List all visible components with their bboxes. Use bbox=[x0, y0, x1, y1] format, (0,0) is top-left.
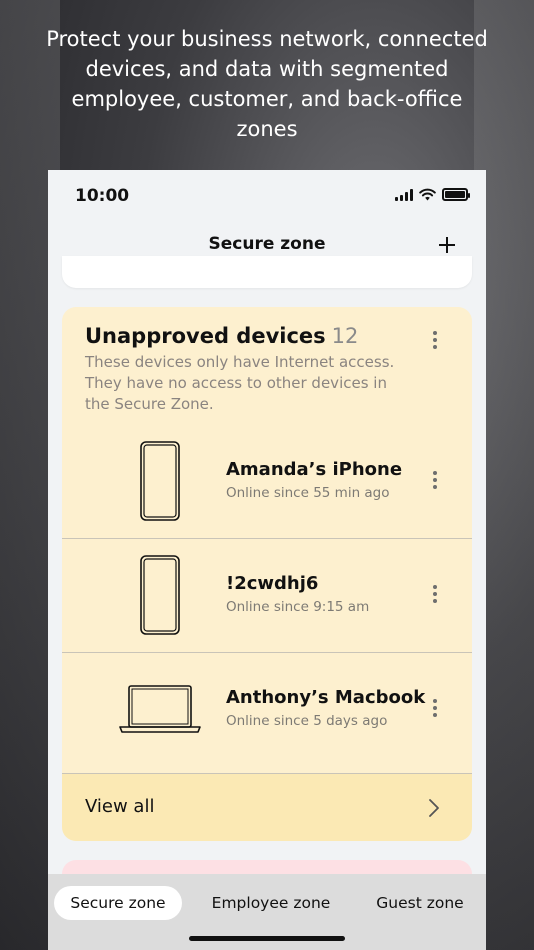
chevron-right-icon bbox=[429, 799, 439, 817]
card-title-text: Unapproved devices bbox=[85, 324, 326, 348]
home-indicator bbox=[189, 936, 345, 941]
device-more-button[interactable] bbox=[426, 471, 444, 489]
more-vertical-icon bbox=[426, 585, 444, 603]
view-all-button[interactable]: View all bbox=[62, 774, 472, 841]
device-more-button[interactable] bbox=[426, 585, 444, 603]
status-bar: 10:00 bbox=[48, 170, 486, 222]
device-row[interactable]: Anthony’s Macbook Online since 5 days ag… bbox=[62, 653, 472, 774]
view-all-label: View all bbox=[85, 796, 155, 817]
battery-icon bbox=[442, 188, 470, 201]
previous-card bbox=[62, 256, 472, 288]
more-vertical-icon bbox=[426, 699, 444, 717]
wifi-icon bbox=[419, 188, 436, 201]
more-vertical-icon bbox=[426, 471, 444, 489]
more-vertical-icon bbox=[426, 331, 444, 349]
card-title: Unapproved devices 12 bbox=[85, 324, 358, 348]
page-title: Secure zone bbox=[208, 234, 326, 254]
status-icons bbox=[395, 188, 470, 201]
promo-headline: Protect your business network, connected… bbox=[46, 27, 488, 141]
smartphone-icon bbox=[140, 555, 180, 635]
device-row[interactable]: Amanda’s iPhone Online since 55 min ago bbox=[62, 425, 472, 539]
tab-secure-zone[interactable]: Secure zone bbox=[54, 886, 182, 920]
add-zone-button[interactable] bbox=[436, 234, 458, 256]
smartphone-icon bbox=[140, 441, 180, 521]
cellular-signal-icon bbox=[395, 188, 413, 201]
tab-employee-zone[interactable]: Employee zone bbox=[198, 886, 344, 920]
tab-guest-zone[interactable]: Guest zone bbox=[364, 886, 476, 920]
device-row[interactable]: !2cwdhj6 Online since 9:15 am bbox=[62, 539, 472, 653]
zone-tab-bar: Secure zone Employee zone Guest zone bbox=[48, 874, 486, 950]
card-more-button[interactable] bbox=[426, 331, 444, 351]
device-name: !2cwdhj6 bbox=[226, 573, 319, 594]
device-count: 12 bbox=[331, 324, 359, 348]
unapproved-devices-card: Unapproved devices 12 These devices only … bbox=[62, 307, 472, 841]
device-name: Anthony’s Macbook bbox=[226, 687, 426, 708]
device-status: Online since 5 days ago bbox=[226, 713, 388, 729]
device-name: Amanda’s iPhone bbox=[226, 459, 403, 480]
laptop-icon bbox=[119, 685, 201, 733]
device-status: Online since 55 min ago bbox=[226, 485, 390, 501]
device-more-button[interactable] bbox=[426, 699, 444, 717]
card-description: These devices only have Internet access.… bbox=[85, 353, 395, 413]
phone-screen: 10:00 Secure zone Unapproved devices 12 T… bbox=[48, 170, 486, 950]
device-status: Online since 9:15 am bbox=[226, 599, 370, 615]
status-time: 10:00 bbox=[75, 186, 130, 206]
